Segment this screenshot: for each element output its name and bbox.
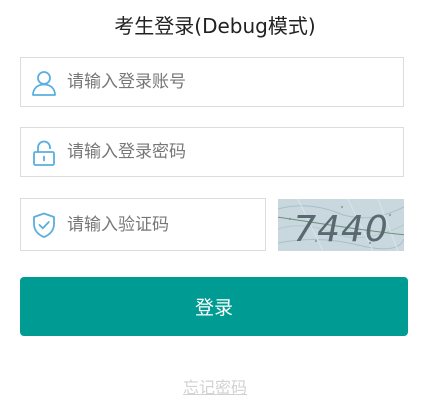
captcha-field (20, 198, 266, 251)
shield-check-icon (30, 211, 58, 239)
password-input[interactable] (67, 128, 387, 176)
login-page: 考生登录(Debug模式) 请输入登录账号 请输入验证码 7440 登录 忘记密… (0, 0, 430, 411)
account-field (20, 57, 404, 107)
lock-icon (30, 139, 58, 167)
account-input[interactable] (67, 58, 387, 106)
user-icon (30, 69, 58, 97)
forgot-password: 忘记密码 (0, 374, 430, 398)
login-button[interactable]: 登录 (20, 277, 408, 336)
password-field (20, 127, 404, 177)
captcha-image[interactable]: 7440 (278, 199, 404, 251)
captcha-text: 7440 (293, 209, 389, 250)
captcha-input[interactable] (67, 199, 257, 250)
page-title: 考生登录(Debug模式) (114, 14, 316, 38)
forgot-password-link[interactable]: 忘记密码 (183, 378, 247, 397)
